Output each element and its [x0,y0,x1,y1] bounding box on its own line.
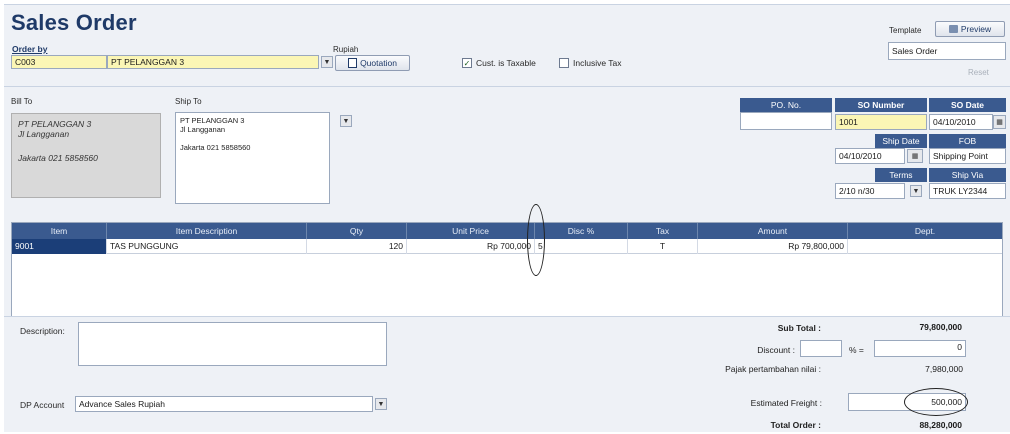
terms-dropdown-button[interactable]: ▼ [910,185,922,197]
cell-tax[interactable]: T [628,239,698,254]
discount-percent-sign: % = [849,345,864,355]
dp-account-label: DP Account [20,400,65,410]
cell-qty[interactable]: 120 [307,239,407,254]
column-header-description[interactable]: Item Description [107,223,307,239]
page-title: Sales Order [11,10,137,35]
preview-button[interactable]: Preview [935,21,1005,37]
so-date-field[interactable]: 04/10/2010 [929,114,993,130]
calendar-icon[interactable]: ▦ [907,149,923,163]
order-by-label: Order by [12,44,48,54]
column-header-amount[interactable]: Amount [698,223,848,239]
template-select[interactable]: Sales Order [888,42,1006,60]
column-header-disc[interactable]: Disc % [535,223,628,239]
cell-dept[interactable] [848,239,1002,254]
dp-account-field[interactable]: Advance Sales Rupiah [75,396,373,412]
document-icon [348,58,358,68]
ship-via-header: Ship Via [929,168,1006,182]
calendar-icon[interactable]: ▦ [993,115,1006,129]
divider [4,316,1010,317]
checkmark-icon: ✓ [462,58,472,68]
bill-to-line: PT PELANGGAN 3 [18,119,92,129]
sub-total-label: Sub Total : [777,323,821,333]
quotation-button[interactable]: Quotation [335,55,410,71]
chevron-down-icon: ▼ [323,58,331,66]
ship-to-line: Jakarta 021 5858560 [180,143,251,152]
highlight-ellipse [904,388,968,416]
bill-to-box: PT PELANGGAN 3 Jl Langganan Jakarta 021 … [11,113,161,198]
chevron-down-icon: ▼ [377,400,385,408]
currency-label: Rupiah [333,45,359,54]
reset-button[interactable]: Reset [968,68,989,77]
ppn-value: 7,980,000 [925,364,963,374]
description-field[interactable] [78,322,387,366]
ship-to-line [180,134,325,143]
cell-amount[interactable]: Rp 79,800,000 [698,239,848,254]
ship-to-dropdown-button[interactable]: ▼ [340,115,352,127]
sub-total-value: 79,800,000 [919,322,962,332]
grid-header: Item Item Description Qty Unit Price Dis… [12,223,1002,239]
column-header-unit-price[interactable]: Unit Price [407,223,535,239]
inclusive-tax-checkbox[interactable]: Inclusive Tax [559,58,622,68]
ppn-label: Pajak pertambahan nilai : [725,364,821,374]
ship-via-field[interactable]: TRUK LY2344 [929,183,1006,199]
printer-icon [948,25,958,33]
freight-label: Estimated Freight : [750,398,822,408]
cell-unit-price[interactable]: Rp 700,000 [407,239,535,254]
terms-header: Terms [875,168,927,182]
cell-description[interactable]: TAS PUNGGUNG [107,239,307,254]
so-number-header: SO Number [835,98,927,112]
items-grid[interactable]: Item Item Description Qty Unit Price Dis… [11,222,1003,317]
cell-disc[interactable]: 5 [535,239,628,254]
cell-item[interactable]: 9001 [12,239,107,254]
bill-to-label: Bill To [11,97,33,106]
chevron-down-icon: ▼ [912,187,920,195]
divider [4,86,1010,87]
bill-to-line: Jl Langganan [18,129,70,139]
bill-to-line [18,139,154,153]
discount-label: Discount : [757,345,795,355]
chevron-down-icon: ▼ [342,117,350,125]
column-header-item[interactable]: Item [12,223,107,239]
ship-to-line: PT PELANGGAN 3 [180,116,245,125]
column-header-qty[interactable]: Qty [307,223,407,239]
column-header-tax[interactable]: Tax [628,223,698,239]
discount-percent-field[interactable] [800,340,842,357]
bill-to-line: Jakarta 021 5858560 [18,153,98,163]
po-no-header: PO. No. [740,98,832,112]
terms-field[interactable]: 2/10 n/30 [835,183,905,199]
table-row[interactable]: 9001 TAS PUNGGUNG 120 Rp 700,000 5 T Rp … [12,239,1002,254]
customer-dropdown-button[interactable]: ▼ [321,56,333,68]
quotation-label: Quotation [360,58,397,68]
ship-to-label: Ship To [175,97,202,106]
highlight-ellipse [527,204,545,276]
customer-name-field[interactable]: PT PELANGGAN 3 [107,55,319,69]
preview-label: Preview [960,24,992,34]
fob-field[interactable]: Shipping Point [929,148,1006,164]
discount-amount-field[interactable]: 0 [874,340,966,357]
column-header-dept[interactable]: Dept. [848,223,1002,239]
cust-taxable-checkbox[interactable]: ✓ Cust. is Taxable [462,58,536,68]
ship-date-header: Ship Date [875,134,927,148]
ship-to-field[interactable]: PT PELANGGAN 3 Jl Langganan Jakarta 021 … [175,112,330,204]
description-label: Description: [20,326,65,336]
customer-code-field[interactable]: C003 [11,55,107,69]
total-order-value: 88,280,000 [919,420,962,430]
po-no-field[interactable] [740,112,832,130]
so-date-header: SO Date [929,98,1006,112]
ship-date-field[interactable]: 04/10/2010 [835,148,905,164]
fob-header: FOB [929,134,1006,148]
total-order-label: Total Order : [770,420,821,430]
empty-checkbox-icon [559,58,569,68]
ship-to-line: Jl Langganan [180,125,226,134]
template-label: Template [889,26,922,35]
inclusive-tax-label: Inclusive Tax [573,58,622,68]
dp-account-dropdown-button[interactable]: ▼ [375,398,387,410]
so-number-field[interactable]: 1001 [835,114,927,130]
cust-taxable-label: Cust. is Taxable [476,58,536,68]
